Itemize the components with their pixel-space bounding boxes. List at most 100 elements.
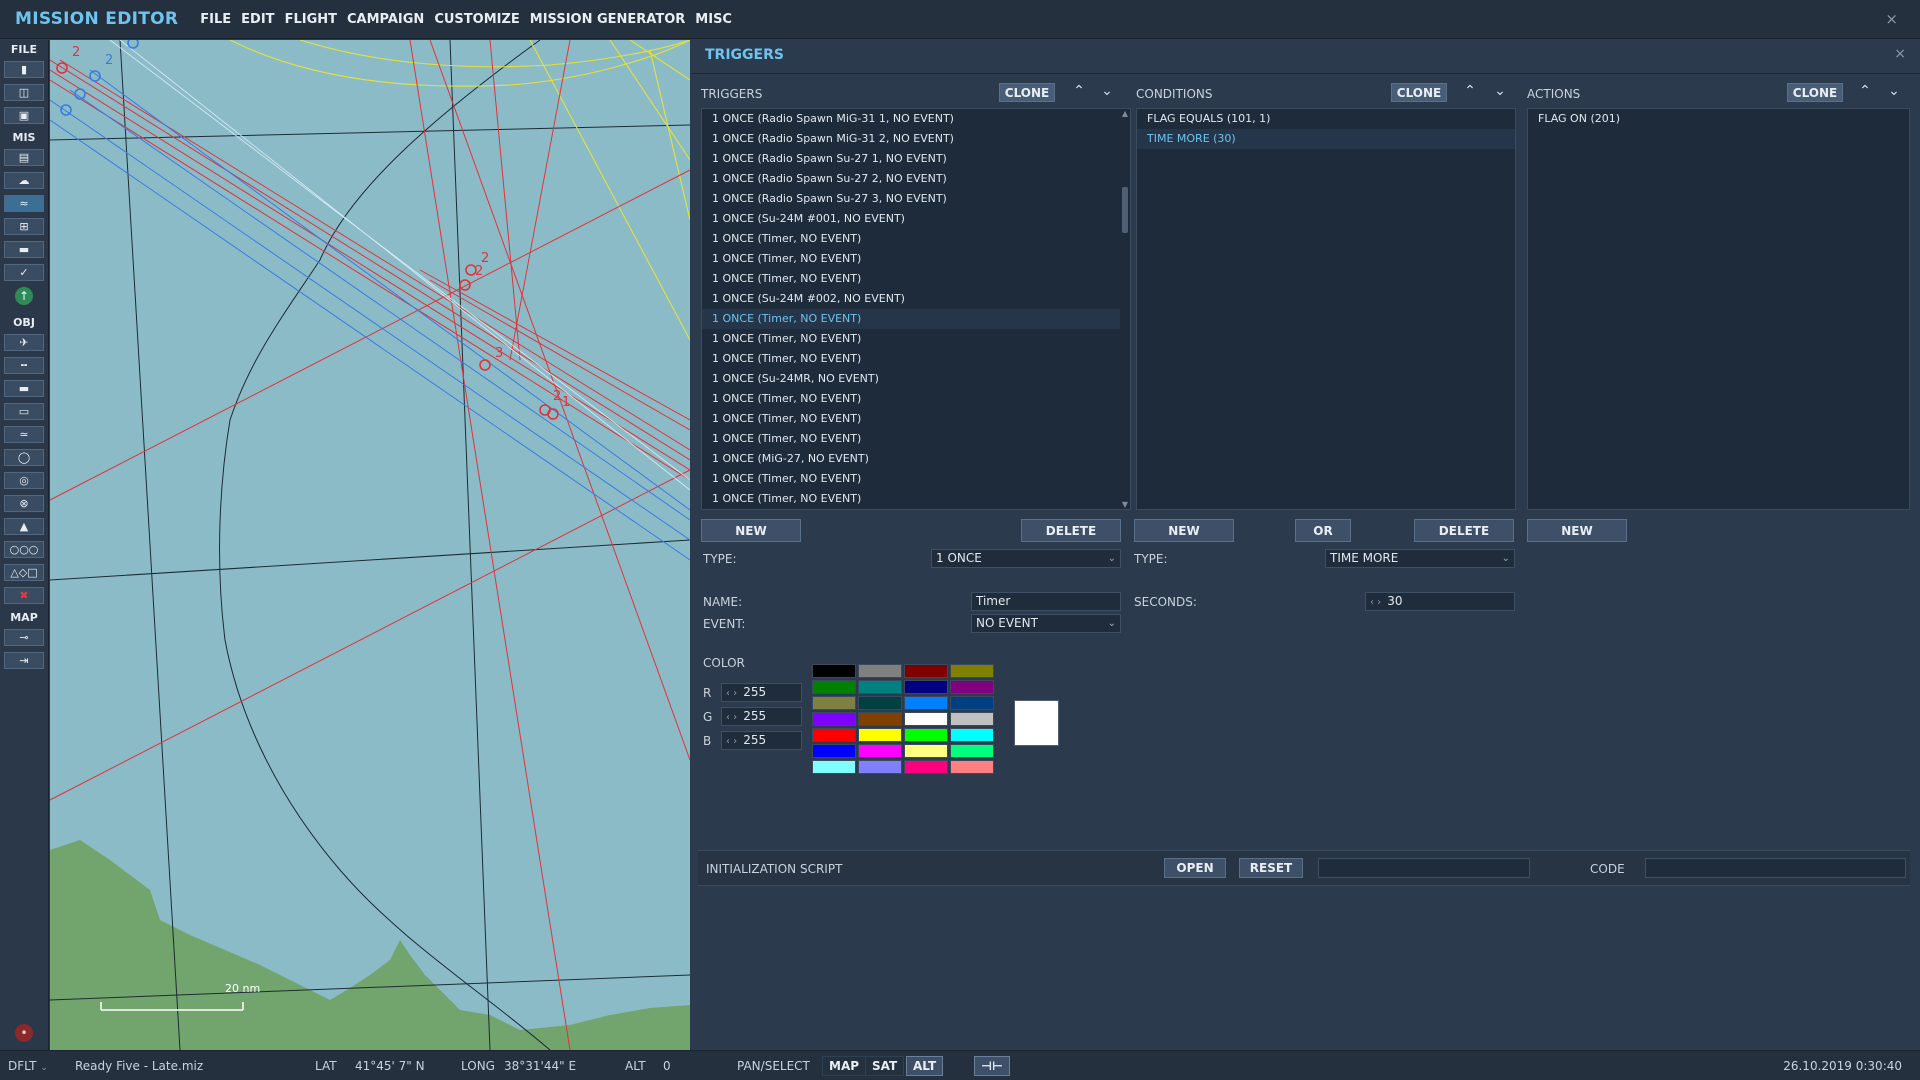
- menu-mission-generator[interactable]: MISSION GENERATOR: [530, 12, 686, 27]
- map-canvas[interactable]: 2 2 2 2 3 2 1 20 nm: [50, 40, 690, 1050]
- color-swatch[interactable]: [904, 664, 948, 678]
- menu-misc[interactable]: MISC: [695, 12, 732, 27]
- map-key-icon[interactable]: ⊸: [4, 629, 44, 646]
- color-swatch[interactable]: [812, 696, 856, 710]
- color-swatch[interactable]: [812, 680, 856, 694]
- sat-mode-button[interactable]: SAT: [865, 1056, 905, 1076]
- failures-icon[interactable]: ▬: [4, 241, 44, 258]
- profile-select[interactable]: DFLT ⌄: [8, 1059, 48, 1073]
- trigger-list-item[interactable]: 1 ONCE (Timer, NO EVENT): [702, 229, 1130, 249]
- clone-action-button[interactable]: CLONE: [1787, 83, 1843, 102]
- color-swatch[interactable]: [950, 728, 994, 742]
- move-action-up-icon[interactable]: ⌃: [1857, 83, 1873, 99]
- color-swatch[interactable]: [858, 712, 902, 726]
- reset-script-button[interactable]: RESET: [1239, 858, 1303, 878]
- new-condition-button[interactable]: NEW: [1134, 519, 1234, 542]
- color-swatch[interactable]: [812, 728, 856, 742]
- color-swatch[interactable]: [858, 728, 902, 742]
- save-icon[interactable]: ▣: [4, 107, 44, 124]
- map-mode-button[interactable]: MAP: [822, 1056, 867, 1076]
- menu-campaign[interactable]: CAMPAIGN: [347, 12, 424, 27]
- trigger-list-item[interactable]: 1 ONCE (Su-24M #002, NO EVENT): [702, 289, 1130, 309]
- move-action-down-icon[interactable]: ⌄: [1886, 83, 1902, 99]
- stepper-arrows-icon[interactable]: ‹ ›: [1370, 597, 1381, 608]
- trigger-list-item[interactable]: 1 ONCE (Timer, NO EVENT): [702, 409, 1130, 429]
- open-script-button[interactable]: OPEN: [1164, 858, 1226, 878]
- scroll-up-icon[interactable]: ▲: [1120, 109, 1130, 118]
- color-r-stepper[interactable]: ‹ › 255: [721, 683, 802, 702]
- scroll-thumb[interactable]: [1122, 187, 1128, 233]
- new-trigger-button[interactable]: NEW: [701, 519, 801, 542]
- airfield-icon[interactable]: ▲: [4, 518, 44, 535]
- trigger-list-item[interactable]: 1 ONCE (Timer, NO EVENT): [702, 249, 1130, 269]
- conditions-list[interactable]: FLAG EQUALS (101, 1) TIME MORE (30): [1136, 108, 1516, 510]
- stepper-arrows-icon[interactable]: ‹ ›: [726, 688, 737, 699]
- vehicle-group-icon[interactable]: ≃: [4, 426, 44, 443]
- weather-icon[interactable]: ☁: [4, 172, 44, 189]
- delete-condition-button[interactable]: DELETE: [1414, 519, 1514, 542]
- trigger-list-item[interactable]: 1 ONCE (Su-24MR, NO EVENT): [702, 369, 1130, 389]
- script-file-input[interactable]: [1318, 858, 1530, 878]
- action-list-item[interactable]: FLAG ON (201): [1528, 109, 1909, 129]
- menu-flight[interactable]: FLIGHT: [285, 12, 337, 27]
- seconds-stepper[interactable]: ‹ › 30: [1365, 592, 1515, 611]
- color-swatch[interactable]: [904, 744, 948, 758]
- color-swatch[interactable]: [812, 760, 856, 774]
- color-swatch[interactable]: [858, 664, 902, 678]
- color-swatch[interactable]: [950, 712, 994, 726]
- menu-customize[interactable]: CUSTOMIZE: [434, 12, 519, 27]
- vehicle-icon[interactable]: ▭: [4, 403, 44, 420]
- color-swatch[interactable]: [950, 744, 994, 758]
- helicopter-icon[interactable]: ╍: [4, 357, 44, 374]
- scroll-down-icon[interactable]: ▼: [1120, 500, 1130, 509]
- trigger-list-item[interactable]: 1 ONCE (Timer, NO EVENT): [702, 269, 1130, 289]
- color-swatch[interactable]: [950, 664, 994, 678]
- trigger-list-item[interactable]: 1 ONCE (Timer, NO EVENT): [702, 489, 1130, 509]
- menu-edit[interactable]: EDIT: [241, 12, 274, 27]
- ruler-tool-icon[interactable]: ⊣⊢: [974, 1056, 1010, 1076]
- color-b-stepper[interactable]: ‹ › 255: [721, 731, 802, 750]
- stepper-arrows-icon[interactable]: ‹ ›: [726, 712, 737, 723]
- goals-icon[interactable]: ⊞: [4, 218, 44, 235]
- window-close-icon[interactable]: ×: [1885, 10, 1898, 28]
- template-icon[interactable]: ○○○: [4, 541, 44, 558]
- triggers-list[interactable]: 1 ONCE (Radio Spawn MiG-31 1, NO EVENT) 1…: [701, 108, 1131, 510]
- new-action-button[interactable]: NEW: [1527, 519, 1627, 542]
- move-trigger-down-icon[interactable]: ⌄: [1099, 83, 1115, 99]
- airplane-icon[interactable]: ✈: [4, 334, 44, 351]
- trigger-list-item[interactable]: 1 ONCE (Radio Spawn MiG-31 1, NO EVENT): [702, 109, 1130, 129]
- color-swatch[interactable]: [812, 744, 856, 758]
- color-swatch[interactable]: [812, 664, 856, 678]
- condition-list-item[interactable]: FLAG EQUALS (101, 1): [1137, 109, 1515, 129]
- map-view[interactable]: 2 2 2 2 3 2 1 20 nm: [50, 40, 690, 1050]
- delete-trigger-button[interactable]: DELETE: [1021, 519, 1121, 542]
- ruler-icon[interactable]: ⇥: [4, 652, 44, 669]
- compass-icon[interactable]: ↑: [15, 287, 33, 305]
- trigger-type-select[interactable]: 1 ONCE ⌄: [931, 549, 1121, 568]
- panel-close-icon[interactable]: ×: [1894, 46, 1906, 62]
- trigger-list-item[interactable]: 1 ONCE (Timer, NO EVENT): [702, 329, 1130, 349]
- clone-condition-button[interactable]: CLONE: [1391, 83, 1447, 102]
- delete-object-icon[interactable]: ✖: [4, 587, 44, 604]
- color-swatch[interactable]: [812, 712, 856, 726]
- trigger-list-item[interactable]: 1 ONCE (Timer, NO EVENT): [702, 469, 1130, 489]
- trigger-list-item[interactable]: 1 ONCE (Radio Spawn Su-27 1, NO EVENT): [702, 149, 1130, 169]
- pan-select-label[interactable]: PAN/SELECT: [737, 1059, 810, 1073]
- color-swatch[interactable]: [904, 696, 948, 710]
- trigger-list-item[interactable]: 1 ONCE (Timer, NO EVENT): [702, 389, 1130, 409]
- color-swatch[interactable]: [950, 696, 994, 710]
- color-swatch[interactable]: [950, 760, 994, 774]
- trigger-list-item[interactable]: 1 ONCE (Timer, NO EVENT): [702, 309, 1130, 329]
- open-folder-icon[interactable]: ◫: [4, 84, 44, 101]
- move-condition-down-icon[interactable]: ⌄: [1492, 83, 1508, 99]
- trigger-list-item[interactable]: 1 ONCE (Radio Spawn MiG-31 2, NO EVENT): [702, 129, 1130, 149]
- condition-list-item[interactable]: TIME MORE (30): [1137, 129, 1515, 149]
- trigger-name-input[interactable]: Timer: [971, 592, 1121, 611]
- target-icon[interactable]: ◎: [4, 472, 44, 489]
- trigger-list-item[interactable]: 1 ONCE (MiG-27, NO EVENT): [702, 449, 1130, 469]
- static-object-icon[interactable]: ◯: [4, 449, 44, 466]
- triggers-scrollbar[interactable]: ▲ ▼: [1120, 109, 1130, 509]
- shapes-icon[interactable]: △◇□: [4, 564, 44, 581]
- new-file-icon[interactable]: ▮: [4, 61, 44, 78]
- clone-trigger-button[interactable]: CLONE: [999, 83, 1055, 102]
